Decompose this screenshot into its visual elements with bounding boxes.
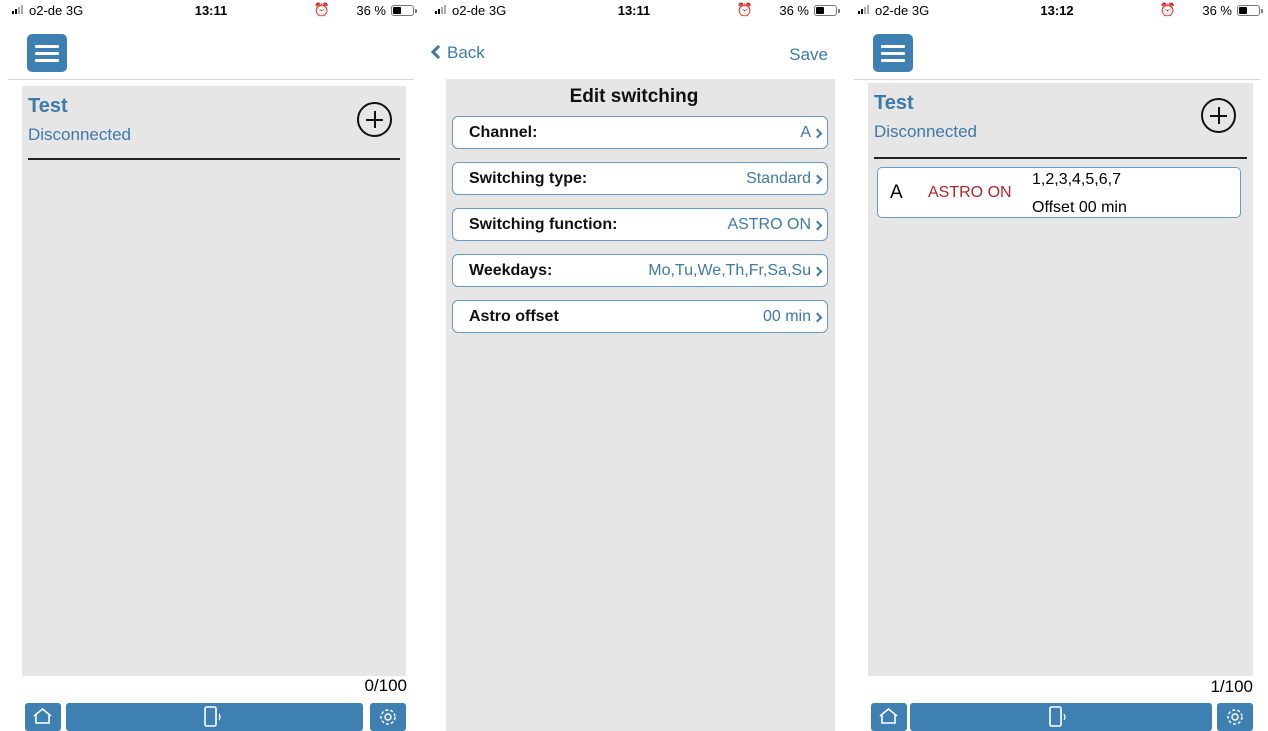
row-value: 00 min [762, 308, 811, 325]
header-divider [854, 79, 1260, 80]
battery-percent: 36 % [1202, 3, 1232, 18]
page-title: Edit switching [569, 86, 699, 107]
entry-days: 1,2,3,4,5,6,7 [1032, 171, 1121, 188]
switching-counter: 0/100 [364, 676, 407, 695]
status-bar: o2-de 3G 13:11 ⏰ 36 % [423, 0, 845, 22]
entry-function: ASTRO ON [928, 184, 1012, 201]
back-button[interactable]: Back [430, 43, 485, 63]
device-status: Disconnected [28, 125, 132, 144]
device-name: Test [28, 95, 68, 117]
chevron-right-icon [812, 128, 823, 139]
chevron-right-icon [812, 174, 823, 185]
row-label: Switching type: [469, 170, 588, 187]
chevron-right-icon [812, 266, 823, 277]
screen-device-list: o2-de 3G 13:12 ⏰ 36 % Test Disconnected … [846, 0, 1268, 731]
alarm-icon: ⏰ [1159, 2, 1176, 17]
screen-device-empty: o2-de 3G 13:11 ⏰ 36 % Test Disconnected … [0, 0, 422, 731]
status-bar: o2-de 3G 13:12 ⏰ 36 % [846, 0, 1268, 22]
home-icon [33, 708, 52, 724]
connect-button[interactable] [66, 703, 363, 731]
home-button[interactable] [871, 703, 907, 731]
row-label: Astro offset [469, 308, 559, 325]
gear-icon [377, 706, 399, 728]
menu-button[interactable] [873, 34, 913, 72]
list-item[interactable]: A ASTRO ON 1,2,3,4,5,6,7 Offset 00 min [877, 167, 1241, 218]
screen-edit-switching: o2-de 3G 13:11 ⏰ 36 % Back Save Edit swi… [423, 0, 845, 731]
weekdays-row[interactable]: Weekdays: Mo,Tu,We,Th,Fr,Sa,Su [452, 254, 828, 287]
chevron-right-icon [812, 220, 823, 231]
panel-divider [874, 157, 1247, 159]
alarm-icon: ⏰ [736, 2, 753, 17]
menu-button[interactable] [27, 34, 67, 72]
device-status: Disconnected [874, 122, 978, 141]
home-icon [879, 708, 898, 724]
back-label: Back [447, 43, 485, 62]
gear-icon [1224, 706, 1246, 728]
switching-type-row[interactable]: Switching type: Standard [452, 162, 828, 195]
add-circle-icon[interactable] [357, 102, 392, 137]
device-name: Test [874, 92, 914, 114]
header-divider [8, 79, 414, 80]
alarm-icon: ⏰ [313, 2, 330, 17]
home-button[interactable] [25, 703, 61, 731]
switching-function-row[interactable]: Switching function: ASTRO ON [452, 208, 828, 241]
device-panel: Test Disconnected [22, 86, 406, 676]
save-button[interactable]: Save [789, 45, 828, 65]
battery-icon [814, 5, 840, 16]
row-label: Switching function: [469, 216, 618, 233]
switching-counter: 1/100 [1210, 677, 1253, 696]
battery-percent: 36 % [779, 3, 809, 18]
add-circle-icon[interactable] [1201, 98, 1236, 133]
settings-button[interactable] [370, 703, 406, 731]
chevron-left-icon [430, 44, 446, 60]
entry-channel: A [890, 182, 903, 203]
chevron-right-icon [812, 312, 823, 323]
row-value: Mo,Tu,We,Th,Fr,Sa,Su [648, 262, 811, 279]
channel-row[interactable]: Channel: A [452, 116, 828, 149]
battery-icon [391, 5, 417, 16]
settings-button[interactable] [1217, 703, 1253, 731]
panel-divider [28, 158, 400, 160]
battery-percent: 36 % [356, 3, 386, 18]
astro-offset-row[interactable]: Astro offset 00 min [452, 300, 828, 333]
phone-signal-icon [203, 705, 225, 729]
row-value: A [800, 124, 811, 141]
connect-button[interactable] [910, 703, 1212, 731]
row-label: Weekdays: [469, 262, 553, 279]
row-value: Standard [746, 170, 811, 187]
row-value: ASTRO ON [727, 216, 811, 233]
entry-offset: Offset 00 min [1032, 199, 1127, 216]
phone-signal-icon [1048, 705, 1070, 729]
status-bar: o2-de 3G 13:11 ⏰ 36 % [0, 0, 422, 22]
row-label: Channel: [469, 124, 538, 141]
battery-icon [1237, 5, 1263, 16]
